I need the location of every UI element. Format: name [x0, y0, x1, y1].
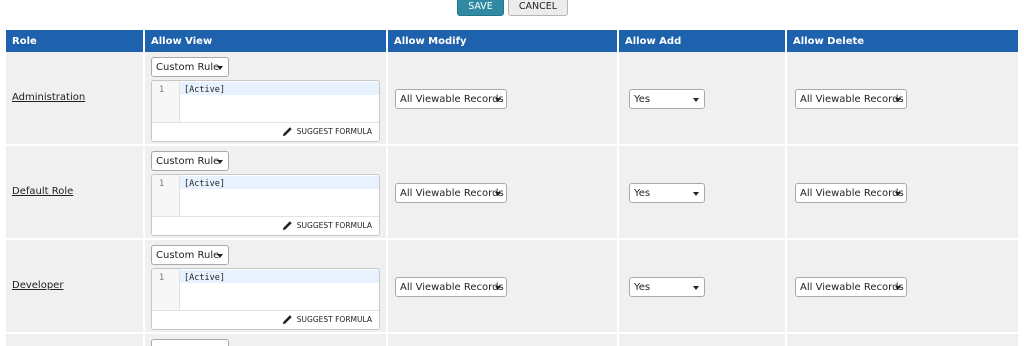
table-row: Developer Custom Rule 1 [Active] SUGGEST… — [6, 240, 1018, 334]
view-rule-select[interactable]: Custom Rule — [151, 245, 229, 265]
allow-add-value: Yes — [634, 187, 651, 199]
formula-text[interactable]: [Active] — [184, 273, 225, 283]
formula-editor[interactable]: 1 [Active] SUGGEST FORMULA — [151, 80, 380, 142]
allow-modify-select[interactable]: All Viewable Records — [395, 277, 507, 297]
pencil-icon — [282, 127, 292, 137]
view-rule-value: Custom Rule — [156, 249, 220, 261]
allow-delete-cell: All Viewable Records — [787, 240, 1018, 332]
allow-modify-cell: All Viewable Records — [388, 52, 619, 144]
allow-delete-select[interactable]: All Viewable Records — [795, 277, 907, 297]
save-button[interactable]: SAVE — [457, 0, 504, 16]
view-rule-select[interactable]: Custom Rule — [151, 57, 229, 77]
column-header-role: Role — [6, 30, 145, 52]
chevron-down-icon — [895, 192, 901, 196]
allow-delete-select[interactable]: All Viewable Records — [795, 183, 907, 203]
allow-view-cell: Custom Rule 1 [Active] SUGGEST FORMULA — [145, 52, 388, 144]
column-header-allow-delete: Allow Delete — [793, 35, 865, 47]
allow-add-value: Yes — [634, 93, 651, 105]
line-number: 1 — [159, 273, 165, 283]
table-header: Role Allow View Allow Modify Allow Add A… — [6, 30, 1018, 52]
allow-view-cell: Custom Rule 1 [Active] SUGGEST FORMULA — [145, 240, 388, 332]
allow-add-cell: Yes — [619, 240, 787, 332]
suggest-formula-button[interactable]: SUGGEST FORMULA — [282, 126, 372, 137]
allow-delete-value: All Viewable Records — [800, 281, 904, 293]
chevron-down-icon — [495, 98, 501, 102]
table-row — [6, 334, 1018, 346]
chevron-down-icon — [495, 286, 501, 290]
editor-footer: SUGGEST FORMULA — [152, 122, 379, 141]
allow-add-cell: Yes — [619, 146, 787, 238]
role-link[interactable]: Administration — [12, 92, 85, 103]
allow-delete-value: All Viewable Records — [800, 93, 904, 105]
table-row: Administration Custom Rule 1 [Active] SU… — [6, 52, 1018, 146]
formula-text[interactable]: [Active] — [184, 85, 225, 95]
line-number: 1 — [159, 85, 165, 95]
formula-editor[interactable]: 1 [Active] SUGGEST FORMULA — [151, 268, 380, 330]
editor-footer: SUGGEST FORMULA — [152, 216, 379, 235]
allow-view-cell — [145, 334, 388, 346]
suggest-formula-label: SUGGEST FORMULA — [296, 127, 372, 136]
view-rule-select[interactable] — [151, 339, 229, 346]
column-header-allow-modify: Allow Modify — [388, 30, 619, 52]
allow-view-cell: Custom Rule 1 [Active] SUGGEST FORMULA — [145, 146, 388, 238]
chevron-down-icon — [217, 254, 223, 258]
chevron-down-icon — [895, 286, 901, 290]
allow-modify-value: All Viewable Records — [400, 93, 504, 105]
allow-modify-value: All Viewable Records — [400, 187, 504, 199]
chevron-down-icon — [693, 192, 699, 196]
editor-gutter — [152, 175, 180, 218]
role-cell — [6, 334, 145, 346]
column-header-allow-view: Allow View — [145, 30, 388, 52]
role-cell: Default Role — [6, 146, 145, 238]
editor-gutter — [152, 269, 180, 312]
chevron-down-icon — [217, 66, 223, 70]
allow-modify-value: All Viewable Records — [400, 281, 504, 293]
permissions-table: Role Allow View Allow Modify Allow Add A… — [6, 30, 1018, 346]
chevron-down-icon — [217, 160, 223, 164]
allow-modify-cell: All Viewable Records — [388, 146, 619, 238]
cancel-button[interactable]: CANCEL — [508, 0, 568, 16]
allow-delete-cell — [787, 334, 1018, 346]
allow-modify-select[interactable]: All Viewable Records — [395, 89, 507, 109]
suggest-formula-label: SUGGEST FORMULA — [296, 221, 372, 230]
view-rule-select[interactable]: Custom Rule — [151, 151, 229, 171]
allow-add-select[interactable]: Yes — [629, 277, 705, 297]
allow-add-cell: Yes — [619, 52, 787, 144]
editor-footer: SUGGEST FORMULA — [152, 310, 379, 329]
allow-delete-cell: All Viewable Records — [787, 52, 1018, 144]
allow-delete-value: All Viewable Records — [800, 187, 904, 199]
chevron-down-icon — [495, 192, 501, 196]
allow-add-select[interactable]: Yes — [629, 183, 705, 203]
role-link[interactable]: Default Role — [12, 186, 73, 197]
formula-editor[interactable]: 1 [Active] SUGGEST FORMULA — [151, 174, 380, 236]
allow-delete-cell: All Viewable Records — [787, 146, 1018, 238]
role-cell: Administration — [6, 52, 145, 144]
chevron-down-icon — [693, 286, 699, 290]
line-number: 1 — [159, 179, 165, 189]
column-header-allow-add: Allow Add — [619, 30, 787, 52]
table-row: Default Role Custom Rule 1 [Active] SUGG… — [6, 146, 1018, 240]
allow-add-value: Yes — [634, 281, 651, 293]
chevron-down-icon — [895, 98, 901, 102]
suggest-formula-label: SUGGEST FORMULA — [296, 315, 372, 324]
view-rule-value: Custom Rule — [156, 61, 220, 73]
role-link[interactable]: Developer — [12, 280, 63, 291]
role-cell: Developer — [6, 240, 145, 332]
suggest-formula-button[interactable]: SUGGEST FORMULA — [282, 220, 372, 231]
pencil-icon — [282, 315, 292, 325]
pencil-icon — [282, 221, 292, 231]
allow-delete-select[interactable]: All Viewable Records — [795, 89, 907, 109]
suggest-formula-button[interactable]: SUGGEST FORMULA — [282, 314, 372, 325]
toolbar: SAVE CANCEL — [0, 0, 1024, 22]
allow-add-cell — [619, 334, 787, 346]
editor-gutter — [152, 81, 180, 124]
chevron-down-icon — [693, 98, 699, 102]
allow-modify-cell: All Viewable Records — [388, 240, 619, 332]
allow-modify-select[interactable]: All Viewable Records — [395, 183, 507, 203]
formula-text[interactable]: [Active] — [184, 179, 225, 189]
allow-add-select[interactable]: Yes — [629, 89, 705, 109]
view-rule-value: Custom Rule — [156, 155, 220, 167]
allow-modify-cell — [388, 334, 619, 346]
